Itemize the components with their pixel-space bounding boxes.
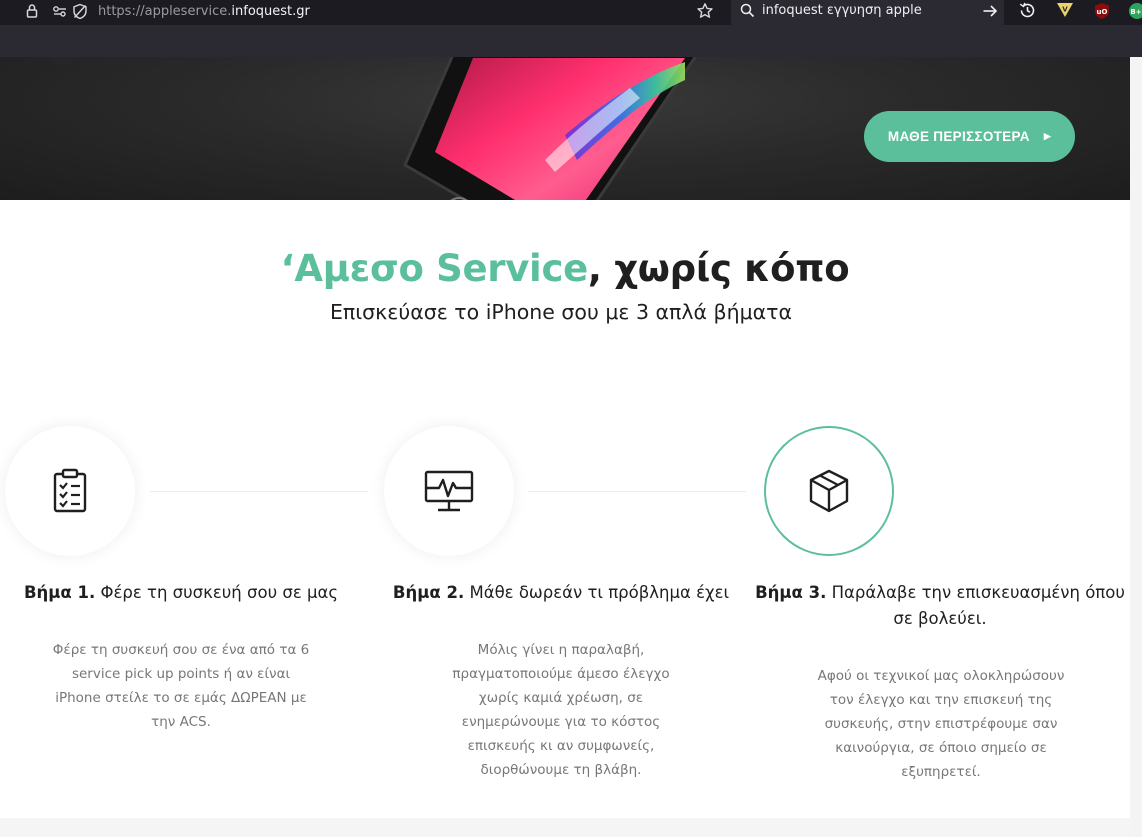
play-arrow-icon: ▶ xyxy=(1043,131,1052,141)
url-prefix: https://appleservice. xyxy=(98,4,232,19)
step-1-desc-line: service pick up points ή αν είναι xyxy=(71,666,291,682)
step-3-description: Αφού οι τεχνικοί μας ολοκληρώσουν τον έλ… xyxy=(760,664,1122,784)
step-3-number: Βήμα 3. xyxy=(755,583,827,602)
url-text[interactable]: https://appleservice.infoquest.gr xyxy=(98,4,310,19)
step-3-desc-line: τον έλεγχο και την επισκευή της xyxy=(829,692,1053,708)
search-go-arrow-icon[interactable] xyxy=(982,4,998,18)
iphone-image xyxy=(403,57,698,200)
step-1-title: Βήμα 1. Φέρε τη συσκευή σου σε μας xyxy=(0,580,362,606)
step-1-desc-line: Φέρε τη συσκευή σου σε ένα από τα 6 xyxy=(52,642,310,658)
svg-text:V: V xyxy=(1062,6,1068,14)
section-title: ‘Αμεσο Service, χωρίς κόπο xyxy=(0,247,1130,290)
step-3-title: Βήμα 3. Παράλαβε την επισκευασμένη όπου … xyxy=(742,580,1138,632)
extension-green-icon[interactable]: B+ xyxy=(1127,1,1142,21)
step-1-desc-line: την ACS. xyxy=(151,714,211,730)
step-2-desc-line: ενημερώνουμε για το κόστος xyxy=(461,714,661,730)
step-1-title-text: Φέρε τη συσκευή σου σε μας xyxy=(95,583,339,602)
step-3-desc-line: συσκευής, στην επιστρέφουμε σαν xyxy=(824,716,1058,732)
step-1-number: Βήμα 1. xyxy=(23,583,96,602)
step-2-desc-line: διορθώνουμε τη βλάβη. xyxy=(480,762,642,778)
section-subtitle: Επισκεύασε το iPhone σου με 3 απλά βήματ… xyxy=(329,300,793,324)
step-3-title-text: Παράλαβε την επισκευασμένη όπου xyxy=(826,583,1125,602)
step-1-description: Φέρε τη συσκευή σου σε ένα από τα 6 serv… xyxy=(0,638,362,734)
step-connector-1 xyxy=(150,491,368,492)
step-3-desc-line: εξυπηρετεί. xyxy=(901,764,981,780)
step-3-circle xyxy=(764,426,894,556)
search-bar[interactable]: infoquest εγγυηση apple xyxy=(731,0,1004,25)
page-scrollbar[interactable] xyxy=(1130,57,1142,837)
step-2-number: Βήμα 2. xyxy=(392,583,465,602)
svg-text:B+: B+ xyxy=(1130,8,1141,16)
step-2-desc-line: επισκευής κι αν συμφωνείς, xyxy=(467,738,655,754)
step-connector-2 xyxy=(528,491,746,492)
package-box-icon xyxy=(809,469,849,513)
monitor-diagnostics-icon xyxy=(424,470,474,512)
step-3-desc-line: καινούργια, σε όποιο σημείο σε xyxy=(835,740,1047,756)
tracking-protection-icon[interactable] xyxy=(72,3,88,20)
step-3-desc-line: Αφού οι τεχνικοί μας ολοκληρώσουν xyxy=(817,668,1065,684)
step-1-circle xyxy=(5,426,135,556)
title-accent: ‘Αμεσο Service xyxy=(280,247,589,290)
learn-more-label: ΜΑΘΕ ΠΕΡΙΣΣΟΤΕΡΑ xyxy=(887,129,1030,144)
step-2-title-text: Μάθε δωρεάν τι πρόβλημα έχει xyxy=(464,583,730,602)
lock-icon xyxy=(26,3,38,19)
svg-text:uO: uO xyxy=(1097,8,1108,16)
learn-more-button[interactable]: ΜΑΘΕ ΠΕΡΙΣΣΟΤΕΡΑ ▶ xyxy=(864,111,1075,162)
ublock-icon[interactable]: uO xyxy=(1092,1,1112,21)
step-2-desc-line: χωρίς καμιά χρέωση, σε xyxy=(478,690,644,706)
step-2-desc-line: Μόλις γίνει η παραλαβή, xyxy=(477,642,645,658)
next-section-edge xyxy=(0,818,1130,837)
step-2-circle xyxy=(384,426,514,556)
history-icon[interactable] xyxy=(1018,1,1037,20)
step-2-desc-line: πραγματοποιούμε άμεσο έλεγχο xyxy=(452,666,670,682)
tab-strip xyxy=(0,25,1142,57)
bookmark-star-icon[interactable] xyxy=(696,2,714,20)
step-2-title: Βήμα 2. Μάθε δωρεάν τι πρόβλημα έχει xyxy=(380,580,742,606)
step-2-description: Μόλις γίνει η παραλαβή, πραγματοποιούμε … xyxy=(380,638,742,782)
address-bar[interactable]: https://appleservice.infoquest.gr xyxy=(0,0,720,25)
clipboard-checklist-icon xyxy=(53,468,87,513)
step-1-desc-line: iPhone στείλε το σε εμάς ΔΩΡΕΑΝ με xyxy=(55,690,307,706)
url-host: infoquest.gr xyxy=(231,4,310,19)
permissions-icon[interactable] xyxy=(52,4,70,18)
search-query-text: infoquest εγγυηση apple xyxy=(762,3,922,18)
search-icon xyxy=(740,3,755,18)
title-rest: , χωρίς κόπο xyxy=(587,247,850,290)
slider-dot[interactable] xyxy=(44,57,82,65)
step-3-title-line2: σε βολεύει. xyxy=(893,609,987,628)
extension-yellow-icon[interactable]: V xyxy=(1056,2,1074,18)
